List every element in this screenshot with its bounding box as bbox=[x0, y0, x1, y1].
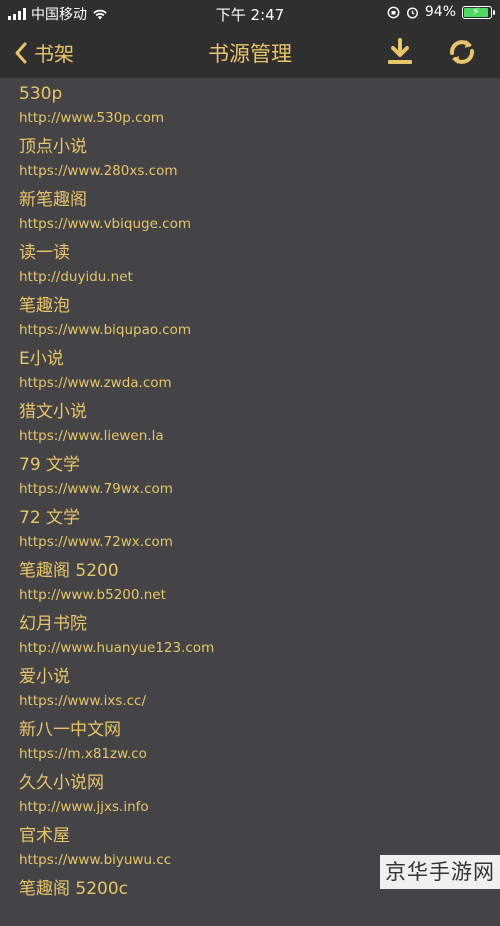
source-url: https://www.72wx.com bbox=[19, 534, 173, 550]
source-name: 笔趣泡 bbox=[19, 296, 70, 316]
source-list: 530p http://www.530p.com 顶点小说 https://www.2… bbox=[0, 78, 500, 926]
orientation-lock-icon bbox=[387, 6, 400, 18]
back-label: 书架 bbox=[34, 42, 74, 66]
source-url: http://www.b5200.net bbox=[19, 587, 166, 603]
source-list-item[interactable]: 79 文学 https://www.79wx.com bbox=[0, 449, 500, 502]
source-url: http://www.jjxs.info bbox=[19, 799, 149, 815]
source-list-item[interactable]: 530p http://www.530p.com bbox=[0, 78, 500, 131]
source-name: 幻月书院 bbox=[19, 614, 87, 634]
source-name: 顶点小说 bbox=[19, 137, 87, 157]
source-name: 爱小说 bbox=[19, 667, 70, 687]
source-list-item[interactable]: 72 文学 https://www.72wx.com bbox=[0, 502, 500, 555]
source-name: 新笔趣阁 bbox=[19, 190, 87, 210]
source-name: 官术屋 bbox=[19, 826, 70, 846]
status-right: 94% ⚡ bbox=[387, 4, 495, 20]
download-button[interactable] bbox=[384, 36, 416, 68]
alarm-icon bbox=[406, 6, 418, 19]
source-url: http://www.530p.com bbox=[19, 110, 164, 126]
source-name: 72 文学 bbox=[19, 508, 81, 528]
source-list-item[interactable]: 笔趣阁 5200 http://www.b5200.net bbox=[0, 555, 500, 608]
source-url: http://duyidu.net bbox=[19, 269, 133, 285]
source-list-item[interactable]: 读一读 http://duyidu.net bbox=[0, 237, 500, 290]
source-list-item[interactable]: 顶点小说 https://www.280xs.com bbox=[0, 131, 500, 184]
source-list-item[interactable]: E小说 https://www.zwda.com bbox=[0, 343, 500, 396]
source-list-item[interactable]: 笔趣泡 https://www.biqupao.com bbox=[0, 290, 500, 343]
back-button[interactable]: 书架 bbox=[14, 38, 74, 67]
source-url: https://www.vbiquge.com bbox=[19, 216, 191, 232]
source-list-item[interactable]: 新笔趣阁 https://www.vbiquge.com bbox=[0, 184, 500, 237]
battery-icon: ⚡ bbox=[462, 5, 495, 19]
source-list-item[interactable]: 爱小说 https://www.ixs.cc/ bbox=[0, 661, 500, 714]
status-bar: 中国移动 下午 2:47 94% ⚡ bbox=[0, 0, 500, 26]
source-list-item[interactable]: 猎文小说 https://www.liewen.la bbox=[0, 396, 500, 449]
source-list-item[interactable]: 新八一中文网 https://m.x81zw.co bbox=[0, 714, 500, 767]
source-url: https://www.liewen.la bbox=[19, 428, 164, 444]
source-url: https://www.280xs.com bbox=[19, 163, 178, 179]
sync-icon bbox=[449, 40, 475, 64]
source-list-item[interactable]: 久久小说网 http://www.jjxs.info bbox=[0, 767, 500, 820]
source-name: 530p bbox=[19, 84, 63, 104]
battery-percent: 94% bbox=[424, 4, 456, 20]
nav-bar: 书架 书源管理 bbox=[0, 26, 500, 78]
source-list-item[interactable]: 幻月书院 http://www.huanyue123.com bbox=[0, 608, 500, 661]
page-title: 书源管理 bbox=[208, 42, 292, 66]
source-name: 久久小说网 bbox=[19, 773, 104, 793]
source-url: https://m.x81zw.co bbox=[19, 746, 147, 762]
source-url: https://www.zwda.com bbox=[19, 375, 172, 391]
source-url bbox=[19, 900, 500, 904]
source-name: 新八一中文网 bbox=[19, 720, 121, 740]
sync-button[interactable] bbox=[446, 36, 478, 68]
source-url: https://www.biqupao.com bbox=[19, 322, 191, 338]
source-url: http://www.huanyue123.com bbox=[19, 640, 215, 656]
chevron-left-icon bbox=[15, 42, 27, 63]
source-url: https://www.79wx.com bbox=[19, 481, 173, 497]
source-name: 笔趣阁 5200 bbox=[19, 561, 119, 581]
download-icon bbox=[388, 38, 412, 64]
watermark-logo: 京华手游网 bbox=[380, 855, 500, 889]
source-name: E小说 bbox=[19, 349, 64, 369]
source-name: 79 文学 bbox=[19, 455, 81, 475]
source-name: 猎文小说 bbox=[19, 402, 87, 422]
source-url: https://www.ixs.cc/ bbox=[19, 693, 147, 709]
source-name: 读一读 bbox=[19, 243, 70, 263]
